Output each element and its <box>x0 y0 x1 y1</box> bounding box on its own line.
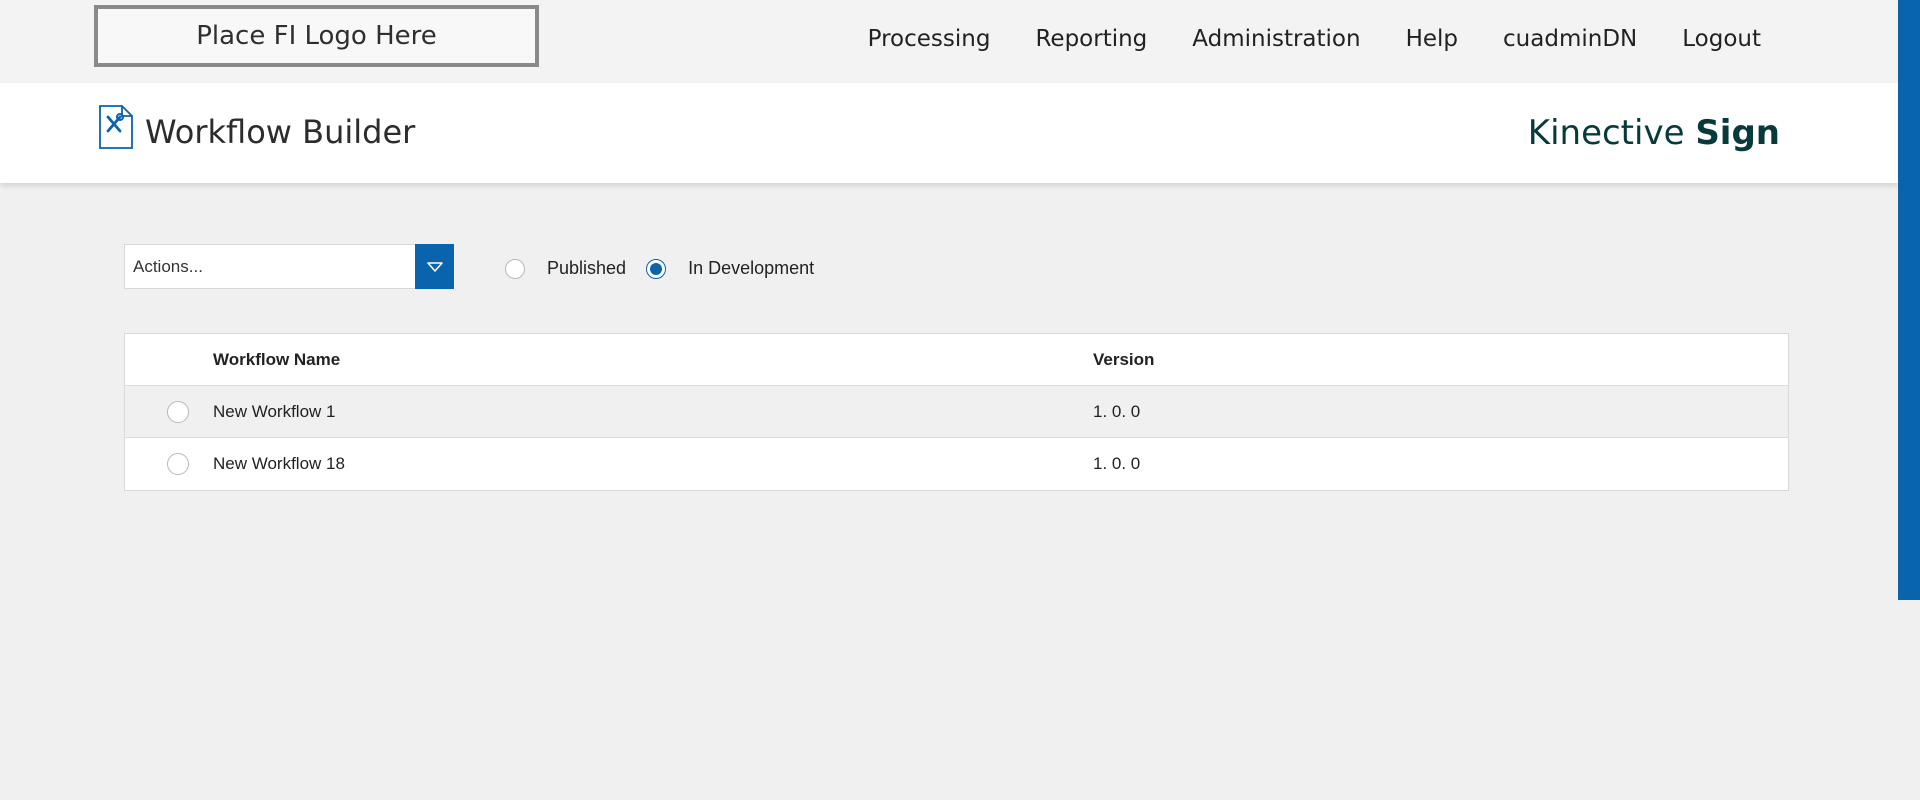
page-header: Workflow Builder Kinective Sign <box>0 83 1898 183</box>
radio-published[interactable] <box>505 258 525 279</box>
workflow-name-cell: New Workflow 1 <box>213 402 336 421</box>
document-tools-icon <box>99 105 133 149</box>
actions-dropdown[interactable]: Actions... <box>124 244 454 289</box>
top-bar: Place FI Logo Here Processing Reporting … <box>0 0 1898 83</box>
workflow-name-cell: New Workflow 18 <box>213 454 345 473</box>
page-title: Workflow Builder <box>145 113 416 151</box>
column-header-workflow-name: Workflow Name <box>213 350 341 369</box>
row-select-radio[interactable] <box>167 401 189 423</box>
status-filter: Published In Development <box>505 258 834 279</box>
table-header: Workflow Name Version <box>125 334 1788 386</box>
nav-reporting[interactable]: Reporting <box>1035 26 1147 52</box>
radio-in-development[interactable] <box>646 258 667 279</box>
filter-published-label: Published <box>547 258 627 278</box>
nav-processing[interactable]: Processing <box>868 26 991 52</box>
version-cell: 1. 0. 0 <box>1093 402 1141 421</box>
version-cell: 1. 0. 0 <box>1093 454 1141 473</box>
actions-dropdown-toggle[interactable] <box>415 244 454 289</box>
filter-published[interactable]: Published <box>505 258 626 279</box>
table-row[interactable]: New Workflow 18 1. 0. 0 <box>125 438 1788 490</box>
fi-logo-placeholder: Place FI Logo Here <box>94 5 539 67</box>
column-header-version: Version <box>1093 350 1155 369</box>
filter-in-development[interactable]: In Development <box>646 258 814 279</box>
row-select-radio[interactable] <box>167 453 189 475</box>
brand-name-bold: Sign <box>1695 113 1780 153</box>
nav-user-account[interactable]: cuadminDN <box>1503 26 1637 52</box>
workflow-table: Workflow Name Version New Workflow 1 1. … <box>124 333 1789 491</box>
side-scroll-strip <box>1898 0 1920 600</box>
brand-name-light: Kinective <box>1527 113 1685 153</box>
filter-in-development-label: In Development <box>688 258 815 278</box>
actions-selected-value: Actions... <box>133 257 203 276</box>
brand-logo: Kinective Sign <box>1528 113 1780 153</box>
nav-administration[interactable]: Administration <box>1192 26 1360 52</box>
nav-help[interactable]: Help <box>1406 26 1458 52</box>
nav-logout[interactable]: Logout <box>1682 26 1761 52</box>
table-row[interactable]: New Workflow 1 1. 0. 0 <box>125 386 1788 438</box>
main-nav: Processing Reporting Administration Help… <box>823 26 1761 52</box>
chevron-down-icon <box>426 261 443 272</box>
